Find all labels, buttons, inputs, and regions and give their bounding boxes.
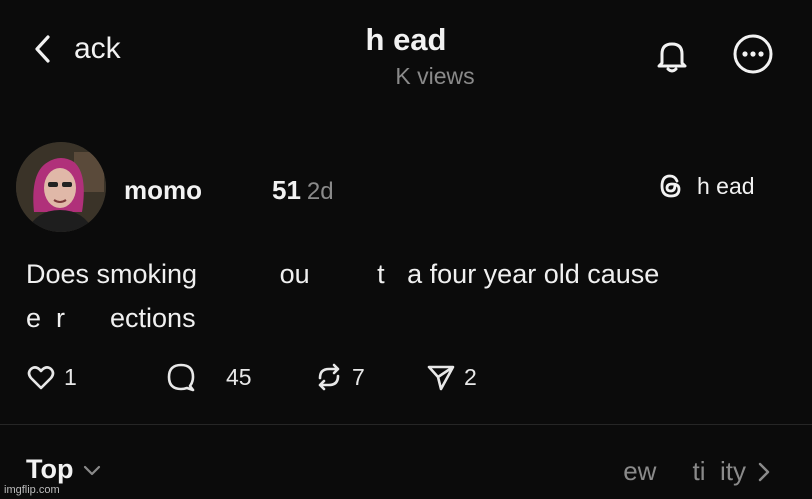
author-name-suffix: 51 (272, 175, 301, 205)
avatar-photo (16, 142, 106, 232)
reply-button[interactable]: 45 (166, 362, 252, 392)
post-age: 2d (306, 178, 334, 205)
chevron-down-icon (84, 465, 101, 475)
chevron-right-icon (758, 462, 770, 481)
like-count: 1 (64, 363, 77, 390)
bell-icon (657, 42, 687, 73)
comment-icon (167, 363, 195, 392)
repost-button[interactable]: 7 (314, 362, 365, 392)
view-activity-link[interactable]: ew ti ity (623, 456, 772, 487)
author-name[interactable]: momo (124, 175, 202, 206)
threads-tag-label: h ead (697, 172, 755, 199)
sort-label: Top (26, 454, 74, 484)
heart-icon (27, 366, 55, 390)
notifications-button[interactable] (650, 36, 694, 76)
more-options-button[interactable] (731, 34, 775, 74)
threads-icon (660, 174, 681, 198)
watermark: imgflip.com (4, 484, 60, 496)
sort-dropdown[interactable]: Top (26, 454, 103, 485)
threads-tag[interactable]: h ead (657, 172, 755, 200)
author-line: momo 51 2d (124, 171, 334, 206)
divider (0, 424, 812, 425)
more-icon (733, 34, 773, 74)
share-button[interactable]: 2 (426, 362, 477, 392)
like-button[interactable]: 1 (26, 362, 77, 392)
avatar[interactable] (16, 142, 106, 232)
send-icon (427, 365, 455, 391)
repost-icon (318, 363, 340, 391)
share-count: 2 (464, 363, 477, 390)
post-text: Does smoking ou t a four year old cause … (26, 259, 660, 333)
activity-label: ew ti ity (623, 456, 746, 486)
reply-count: 45 (226, 363, 252, 390)
redaction (202, 171, 272, 199)
repost-count: 7 (352, 363, 365, 390)
